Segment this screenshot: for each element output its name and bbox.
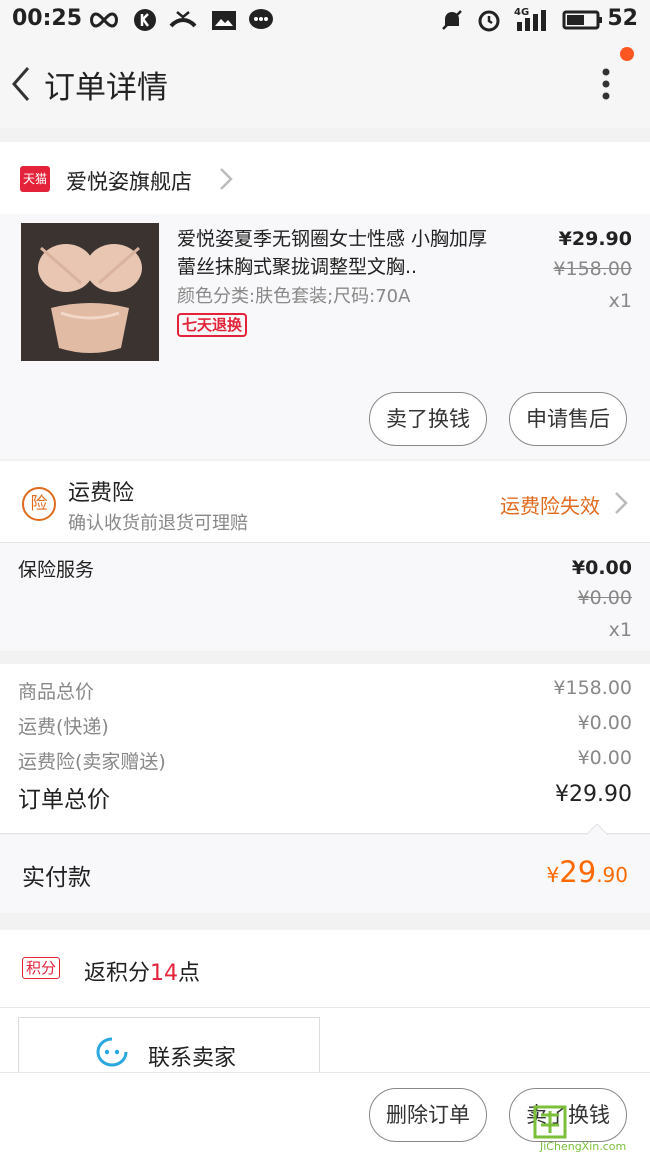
insurance-service-label: 保险服务 [18,559,95,581]
insurance-status[interactable]: 运费险失效 [500,490,600,519]
watermark-logo [533,1105,567,1139]
insurance-icon: 险 [22,487,56,521]
points-suffix: 点 [178,961,201,986]
insurance-service-qty: x1 [608,619,632,641]
subtotal-value: ¥158.00 [553,677,632,699]
shipping-label: 运费(快递) [18,716,109,738]
tmall-logo: 天猫 [20,166,50,192]
paid-currency: ¥ [546,863,560,887]
infinity-icon [90,12,118,28]
chat-icon [249,9,273,29]
battery-icon [562,10,602,30]
insurance-fee-label: 运费险(卖家赠送) [18,751,166,773]
top-bar: 订单详情 [0,40,650,128]
alarm-icon [478,10,500,32]
paid-integer: 29 [559,855,597,889]
order-total-value: ¥29.90 [555,782,632,807]
product-image[interactable] [21,223,159,361]
signal-icon [517,10,546,31]
shipping-value: ¥0.00 [577,712,632,734]
mute-icon [442,10,462,30]
product-original-price: ¥158.00 [553,258,632,280]
battery-level: 52 [607,6,638,31]
paid-decimal: .90 [596,863,628,887]
points-badge: 积分 [22,957,61,979]
contact-seller-label[interactable]: 联系卖家 [148,1040,236,1072]
insurance-service-row [0,543,650,651]
status-time: 00:25 [12,6,83,31]
status-bar: 00:25 4G 52 [0,0,650,40]
paid-amount: ¥29.90 [547,855,628,889]
more-icon[interactable] [598,64,614,104]
watermark-text: JiChengXin.com [540,1140,627,1153]
image-icon [212,11,236,30]
product-spec: 颜色分类:肤色套装;尺码:70A [177,286,411,307]
app-k-icon [134,9,156,31]
caret-up-icon [586,823,608,836]
paid-label: 实付款 [22,865,91,891]
seven-day-return-badge: 七天退换 [177,313,248,337]
page-title: 订单详情 [44,70,168,106]
insurance-service-price: ¥0.00 [571,557,632,579]
insurance-title: 运费险 [68,481,135,506]
missed-call-icon [169,11,197,28]
sell-for-cash-button[interactable]: 卖了换钱 [369,392,487,446]
points-text: 返积分14点 [84,955,200,987]
insurance-subtitle: 确认收货前退货可理赔 [68,513,248,534]
chevron-right-icon [220,168,233,190]
points-prefix: 返积分 [84,961,151,986]
chevron-right-icon [615,492,628,514]
product-title[interactable]: 爱悦姿夏季无钢圈女士性感 小胸加厚蕾丝抹胸式聚拢调整型文胸.. [177,225,497,281]
shop-name[interactable]: 爱悦姿旗舰店 [66,166,192,196]
product-price: ¥29.90 [558,228,632,250]
notification-dot [620,47,634,61]
after-sale-button[interactable]: 申请售后 [509,392,627,446]
subtotal-label: 商品总价 [18,681,95,703]
insurance-fee-value: ¥0.00 [577,747,632,769]
product-qty: x1 [608,290,632,312]
chat-bubble-icon [96,1037,128,1067]
points-count: 14 [150,961,179,986]
insurance-service-original-price: ¥0.00 [577,587,632,609]
back-icon[interactable] [8,64,32,104]
delete-order-button[interactable]: 删除订单 [369,1088,487,1142]
order-total-label: 订单总价 [18,787,110,813]
